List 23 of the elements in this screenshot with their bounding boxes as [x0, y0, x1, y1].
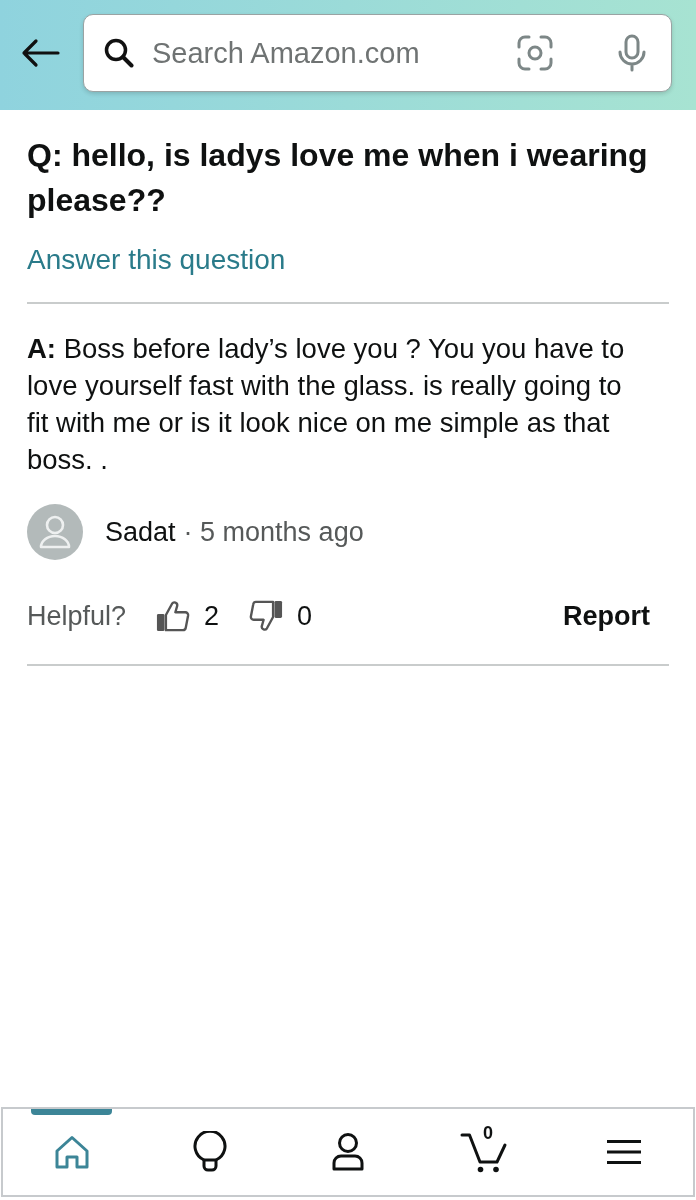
thumbs-up-icon — [156, 599, 191, 633]
menu-icon — [607, 1139, 641, 1165]
helpful-label: Helpful? — [27, 600, 127, 632]
search-field[interactable]: Search Amazon.com — [83, 14, 672, 92]
home-icon — [54, 1135, 90, 1169]
question-text: Q: hello, is ladys love me when i wearing please?? — [27, 136, 649, 220]
answer-question-link[interactable]: Answer this question — [27, 242, 286, 278]
not-helpful-button[interactable]: 0 — [249, 599, 313, 633]
avatar-icon — [27, 504, 83, 560]
search-icon — [104, 38, 134, 68]
helpful-button[interactable]: 2 — [156, 599, 220, 633]
answer-time: · 5 months ago — [183, 516, 364, 549]
author-name: Sadat — [105, 516, 176, 549]
camera-icon[interactable] — [517, 35, 553, 71]
thumbs-down-icon — [249, 599, 284, 633]
report-button[interactable]: Report — [563, 600, 650, 632]
light-bulb-icon — [193, 1131, 227, 1173]
cart-tab[interactable]: 0 — [417, 1109, 555, 1195]
back-arrow-icon[interactable] — [20, 38, 60, 68]
answer-text: A: Boss before lady’s love you ? You you have to love yourself fast with the glass. is really going to fit with me or is it look nice on me simple as that boss. . — [27, 332, 626, 477]
microphone-icon[interactable] — [617, 34, 647, 72]
person-icon — [331, 1133, 365, 1171]
search-input[interactable]: Search Amazon.com — [152, 36, 499, 70]
